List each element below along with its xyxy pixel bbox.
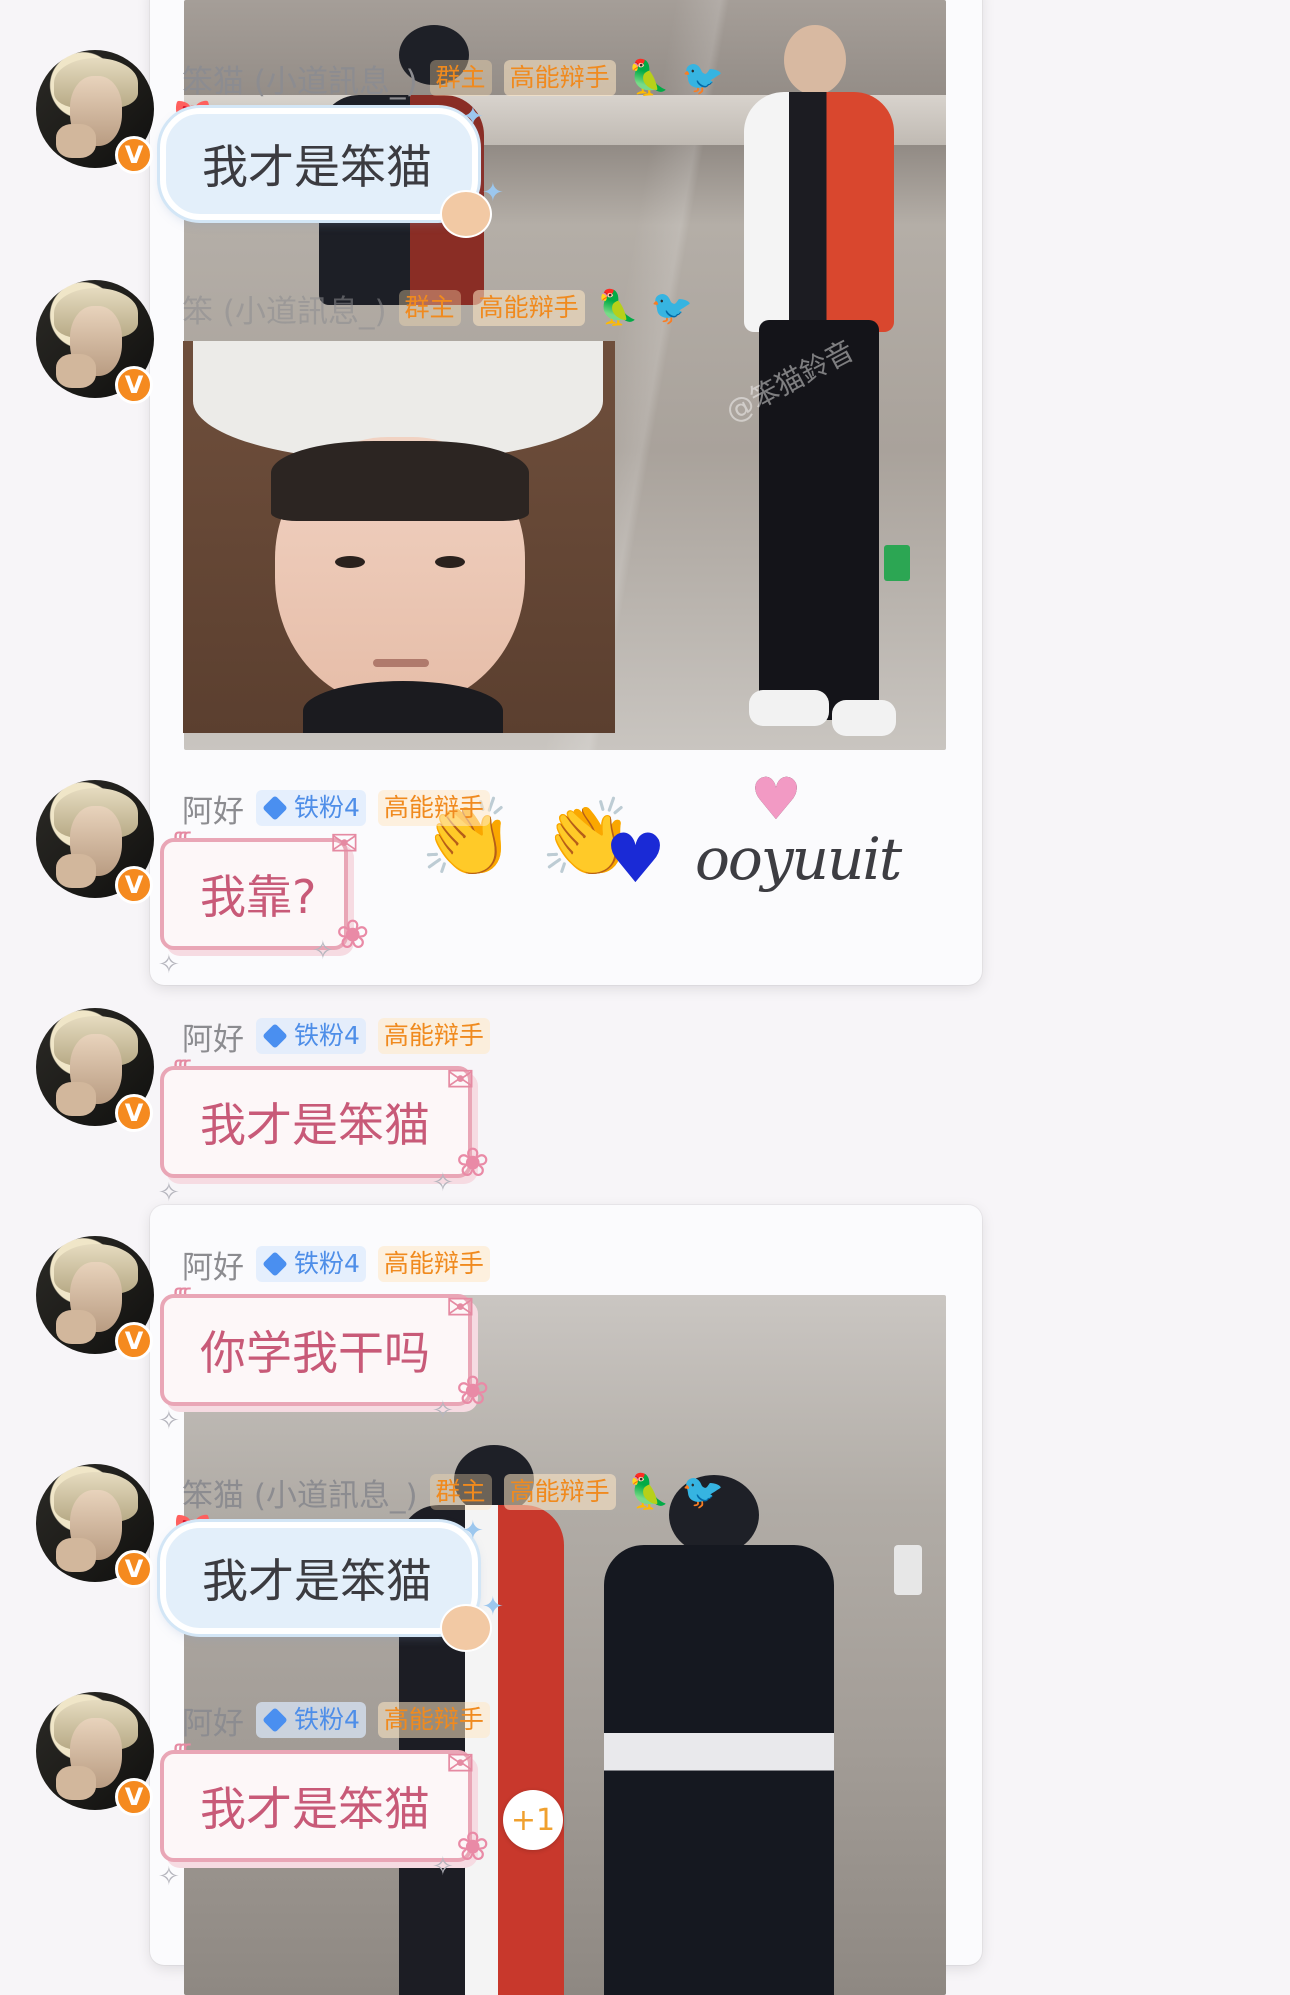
bird-icon: 🐦 bbox=[650, 288, 694, 328]
deer-icon bbox=[440, 190, 492, 238]
owner-tag: 群主 bbox=[398, 290, 461, 326]
sender-name[interactable]: 笨猫 (小道訊息_) bbox=[182, 56, 418, 101]
tulip-icon: ❀ bbox=[456, 1368, 490, 1414]
skill-tag: 高能辩手 bbox=[472, 290, 585, 326]
sender-name[interactable]: 阿好 bbox=[182, 1242, 244, 1287]
diamond-icon bbox=[262, 795, 288, 821]
fan-badge: 铁粉4 bbox=[256, 1246, 366, 1282]
envelope-icon: ✉ bbox=[330, 824, 359, 864]
sparkle-icon: ✧ bbox=[432, 1396, 454, 1426]
message-bubble[interactable]: 我才是笨猫 bbox=[160, 1750, 472, 1862]
bird-icon: 🦜 bbox=[627, 58, 670, 98]
tulip-icon: ❀ bbox=[336, 912, 370, 958]
chat-message: V 阿好 铁粉4 高能辩手 ʆʆʆ 我才是笨猫 ✉ ❀ ✧ ✧ bbox=[0, 1692, 1000, 1892]
fan-badge-label: 铁粉4 bbox=[294, 793, 360, 822]
sender-row: 笨猫 (小道訊息_) 群主 高能辩手 🦜 🐦 bbox=[182, 56, 725, 101]
message-bubble[interactable]: 我才是笨猫 bbox=[160, 1066, 472, 1178]
sparkle-icon: ✧ bbox=[312, 936, 334, 966]
sender-row: 阿好 铁粉4 高能辩手 bbox=[182, 1242, 490, 1287]
fan-badge: 铁粉4 bbox=[256, 790, 366, 826]
diamond-icon bbox=[262, 1023, 288, 1049]
sender-name[interactable]: 笨 (小道訊息_) bbox=[182, 286, 387, 331]
sender-row: 笨 (小道訊息_) 群主 高能辩手 🦜 🐦 bbox=[182, 286, 694, 331]
chat-message: V 阿好 铁粉4 高能辩手 ʆʆʆ 我靠? ✉ ❀ ✧ ✧ bbox=[0, 780, 1000, 980]
fan-badge-label: 铁粉4 bbox=[294, 1249, 360, 1278]
chat-message: V 笨 (小道訊息_) 群主 高能辩手 🦜 🐦 bbox=[0, 280, 1000, 480]
owner-tag: 群主 bbox=[429, 1474, 492, 1510]
sparkle-icon: ✧ bbox=[158, 1178, 180, 1208]
bird-icon: 🦜 bbox=[627, 1472, 670, 1512]
diamond-icon bbox=[262, 1707, 288, 1733]
verified-icon: V bbox=[115, 1094, 153, 1132]
sparkle-icon: ✧ bbox=[158, 950, 180, 980]
sender-row: 阿好 铁粉4 高能辩手 bbox=[182, 1698, 490, 1743]
tulip-icon: ❀ bbox=[456, 1824, 490, 1870]
sender-row: 阿好 铁粉4 高能辩手 bbox=[182, 1014, 490, 1059]
message-bubble[interactable]: 我才是笨猫 bbox=[160, 1522, 478, 1634]
diamond-icon bbox=[262, 1251, 288, 1277]
sparkle-icon: ✦ bbox=[462, 102, 484, 132]
bird-icon: 🦜 bbox=[596, 288, 639, 328]
verified-icon: V bbox=[115, 136, 153, 174]
sparkle-icon: ✧ bbox=[432, 1168, 454, 1198]
verified-icon: V bbox=[115, 866, 153, 904]
message-bubble[interactable]: 你学我干吗 bbox=[160, 1294, 472, 1406]
bird-icon: 🐦 bbox=[681, 1472, 725, 1512]
chat-message: V 笨猫 (小道訊息_) 群主 高能辩手 🦜 🐦 🎀 我才是笨猫 ✦ ✦ bbox=[0, 1464, 1000, 1664]
sender-name[interactable]: 阿好 bbox=[182, 1698, 244, 1743]
chat-message: V 阿好 铁粉4 高能辩手 ʆʆʆ 我才是笨猫 ✉ ❀ ✧ ✧ bbox=[0, 1008, 1000, 1208]
sparkle-icon: ✧ bbox=[158, 1862, 180, 1892]
skill-tag: 高能辩手 bbox=[503, 60, 616, 96]
bird-icon: 🐦 bbox=[681, 58, 725, 98]
sparkle-icon: ✧ bbox=[432, 1852, 454, 1882]
skill-tag: 高能辩手 bbox=[503, 1474, 616, 1510]
skill-tag: 高能辩手 bbox=[377, 1702, 490, 1738]
sender-name[interactable]: 阿好 bbox=[182, 1014, 244, 1059]
fan-badge-label: 铁粉4 bbox=[294, 1705, 360, 1734]
deer-icon bbox=[440, 1604, 492, 1652]
envelope-icon: ✉ bbox=[446, 1288, 475, 1328]
sender-row: 阿好 铁粉4 高能辩手 bbox=[182, 786, 490, 831]
skill-tag: 高能辩手 bbox=[377, 790, 490, 826]
verified-icon: V bbox=[115, 1778, 153, 1816]
sender-name[interactable]: 阿好 bbox=[182, 786, 244, 831]
chat-message: V 笨猫 (小道訊息_) 群主 高能辩手 🦜 🐦 🎀 我才是笨猫 ✦ ✦ bbox=[0, 50, 1000, 250]
fan-badge-label: 铁粉4 bbox=[294, 1021, 360, 1050]
sender-name[interactable]: 笨猫 (小道訊息_) bbox=[182, 1470, 418, 1515]
owner-tag: 群主 bbox=[429, 60, 492, 96]
envelope-icon: ✉ bbox=[446, 1744, 475, 1784]
verified-icon: V bbox=[115, 366, 153, 404]
skill-tag: 高能辩手 bbox=[377, 1018, 490, 1054]
verified-icon: V bbox=[115, 1322, 153, 1360]
verified-icon: V bbox=[115, 1550, 153, 1588]
chat-message: V 阿好 铁粉4 高能辩手 ʆʆʆ 你学我干吗 ✉ ❀ ✧ ✧ bbox=[0, 1236, 1000, 1436]
message-bubble[interactable]: 我靠? bbox=[160, 838, 348, 950]
envelope-icon: ✉ bbox=[446, 1060, 475, 1100]
sender-row: 笨猫 (小道訊息_) 群主 高能辩手 🦜 🐦 bbox=[182, 1470, 725, 1515]
sparkle-icon: ✦ bbox=[462, 1516, 484, 1546]
fan-badge: 铁粉4 bbox=[256, 1702, 366, 1738]
skill-tag: 高能辩手 bbox=[377, 1246, 490, 1282]
message-bubble[interactable]: 我才是笨猫 bbox=[160, 108, 478, 220]
plus-one-reaction[interactable]: +1 bbox=[503, 1790, 563, 1850]
tulip-icon: ❀ bbox=[456, 1140, 490, 1186]
sparkle-icon: ✧ bbox=[158, 1406, 180, 1436]
fan-badge: 铁粉4 bbox=[256, 1018, 366, 1054]
